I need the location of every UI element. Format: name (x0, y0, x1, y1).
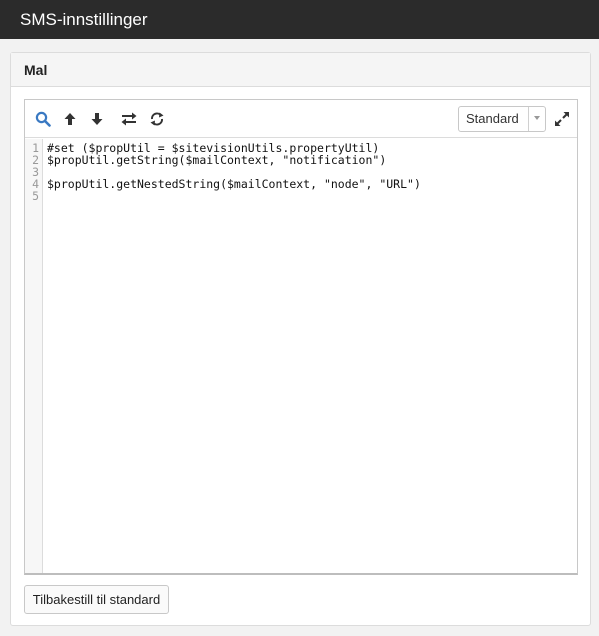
mode-select[interactable]: Standard (458, 106, 546, 132)
code-content[interactable]: #set ($propUtil = $sitevisionUtils.prope… (47, 142, 573, 202)
code-line[interactable]: $propUtil.getString($mailContext, "notif… (47, 154, 573, 166)
reset-to-default-button[interactable]: Tilbakestill til standard (24, 585, 169, 614)
line-number-gutter: 1 2 3 4 5 (25, 139, 43, 573)
app-titlebar: SMS-innstillinger (0, 0, 599, 39)
arrow-down-icon[interactable] (88, 110, 106, 128)
select-divider (528, 107, 529, 131)
search-icon[interactable] (34, 110, 52, 128)
chevron-down-icon (534, 116, 540, 120)
arrow-up-icon[interactable] (61, 110, 79, 128)
mode-select-value: Standard (466, 111, 519, 126)
code-area[interactable]: 1 2 3 4 5 #set ($propUtil = $sitevisionU… (25, 139, 577, 573)
editor-toolbar: Standard (25, 100, 577, 138)
fullscreen-icon[interactable] (553, 110, 571, 128)
code-line[interactable] (47, 190, 573, 202)
panel-title: Mal (24, 62, 48, 78)
template-panel: Mal Standard 1 2 3 4 5 #set ($propUtil =… (10, 52, 591, 626)
line-number: 5 (32, 189, 39, 203)
replace-icon[interactable] (120, 110, 138, 128)
refresh-icon[interactable] (148, 110, 166, 128)
code-editor: Standard 1 2 3 4 5 #set ($propUtil = $si… (24, 99, 578, 575)
page-title: SMS-innstillinger (20, 10, 148, 29)
panel-header: Mal (11, 53, 590, 87)
code-line[interactable]: $propUtil.getNestedString($mailContext, … (47, 178, 573, 190)
